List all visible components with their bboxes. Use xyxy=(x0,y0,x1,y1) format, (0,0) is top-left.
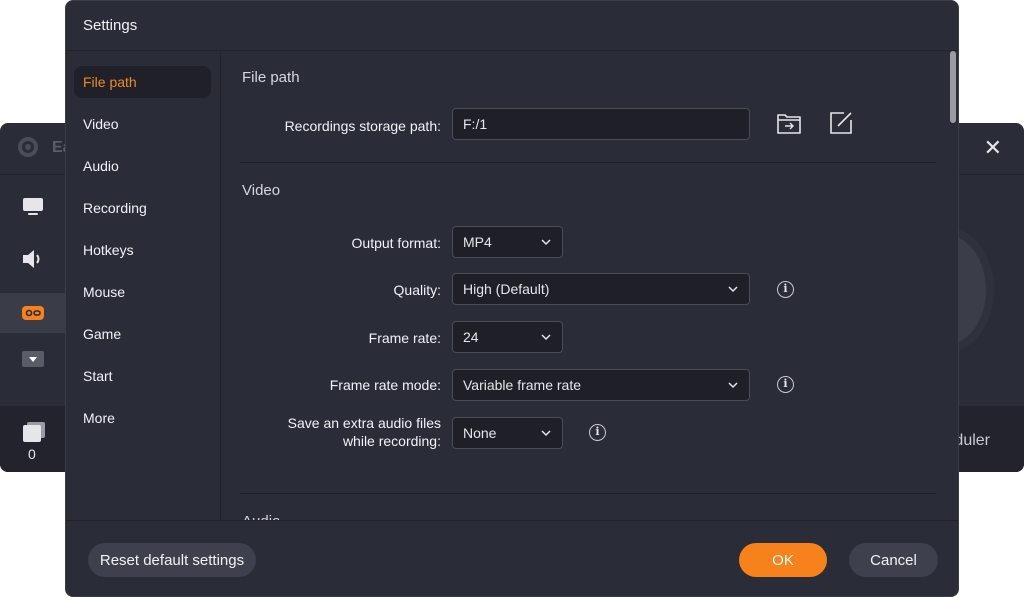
section-divider xyxy=(240,493,936,494)
nav-item-more[interactable]: More xyxy=(74,402,211,434)
frame-rate-select[interactable]: 24 xyxy=(452,321,563,353)
nav-item-recording[interactable]: Recording xyxy=(74,192,211,224)
frame-rate-mode-label: Frame rate mode: xyxy=(329,377,441,393)
scheduler-label[interactable]: duler xyxy=(954,432,990,450)
extra-audio-value: None xyxy=(463,425,497,441)
frame-rate-label: Frame rate: xyxy=(368,330,441,346)
nav-item-audio[interactable]: Audio xyxy=(74,150,211,182)
frame-rate-mode-info-icon[interactable]: i xyxy=(777,376,794,393)
nav-item-file-path[interactable]: File path xyxy=(74,66,211,98)
quality-value: High (Default) xyxy=(463,281,550,297)
cancel-button[interactable]: Cancel xyxy=(849,543,938,577)
extra-audio-select[interactable]: None xyxy=(452,417,563,449)
chevron-down-icon xyxy=(541,334,551,341)
folder-icon[interactable] xyxy=(23,422,45,442)
extra-audio-label-line1: Save an extra audio files xyxy=(287,415,441,431)
nav-item-mouse[interactable]: Mouse xyxy=(74,276,211,308)
settings-dialog: Settings File path Video Audio Recording… xyxy=(65,0,959,597)
gamepad-icon[interactable] xyxy=(0,293,66,333)
nav-item-video[interactable]: Video xyxy=(74,108,211,140)
dialog-title: Settings xyxy=(83,17,138,34)
frame-rate-value: 24 xyxy=(463,329,479,345)
output-format-select[interactable]: MP4 xyxy=(452,226,563,258)
folder-open-icon[interactable] xyxy=(776,110,804,138)
output-format-value: MP4 xyxy=(463,234,492,250)
extra-audio-info-icon[interactable]: i xyxy=(589,424,606,441)
nav-item-game[interactable]: Game xyxy=(74,318,211,350)
chevron-down-icon xyxy=(541,430,551,437)
speaker-icon[interactable] xyxy=(0,239,66,279)
nav-item-hotkeys[interactable]: Hotkeys xyxy=(74,234,211,266)
section-title-file-path: File path xyxy=(242,69,300,86)
dropdown-icon[interactable] xyxy=(0,339,66,379)
chevron-down-icon xyxy=(728,286,738,293)
quality-select[interactable]: High (Default) xyxy=(452,273,750,305)
reset-default-settings-button[interactable]: Reset default settings xyxy=(88,543,256,577)
chevron-down-icon xyxy=(541,239,551,246)
extra-audio-label-line2: while recording: xyxy=(342,433,441,449)
nav-item-start[interactable]: Start xyxy=(74,360,211,392)
quality-label: Quality: xyxy=(393,282,441,298)
section-title-video: Video xyxy=(242,182,281,199)
app-logo-icon xyxy=(18,137,38,157)
settings-nav: File path Video Audio Recording Hotkeys … xyxy=(66,51,221,521)
quality-info-icon[interactable]: i xyxy=(777,281,794,298)
content-scrollbar[interactable] xyxy=(950,51,956,123)
storage-path-label: Recordings storage path: xyxy=(284,118,441,134)
output-format-label: Output format: xyxy=(351,235,441,251)
chevron-down-icon xyxy=(728,382,738,389)
edit-icon[interactable] xyxy=(828,110,856,138)
frame-rate-mode-value: Variable frame rate xyxy=(463,377,582,393)
file-count: 0 xyxy=(28,446,36,462)
extra-audio-label: Save an extra audio files while recordin… xyxy=(241,414,441,450)
footer-divider xyxy=(66,520,958,521)
storage-path-input[interactable]: F:/1 xyxy=(452,108,750,140)
ok-button[interactable]: OK xyxy=(739,543,827,577)
section-divider xyxy=(240,162,936,163)
monitor-icon[interactable] xyxy=(0,187,66,227)
frame-rate-mode-select[interactable]: Variable frame rate xyxy=(452,369,750,401)
close-icon[interactable]: ✕ xyxy=(984,135,1002,161)
settings-content: File path Recordings storage path: F:/1 … xyxy=(222,51,948,521)
